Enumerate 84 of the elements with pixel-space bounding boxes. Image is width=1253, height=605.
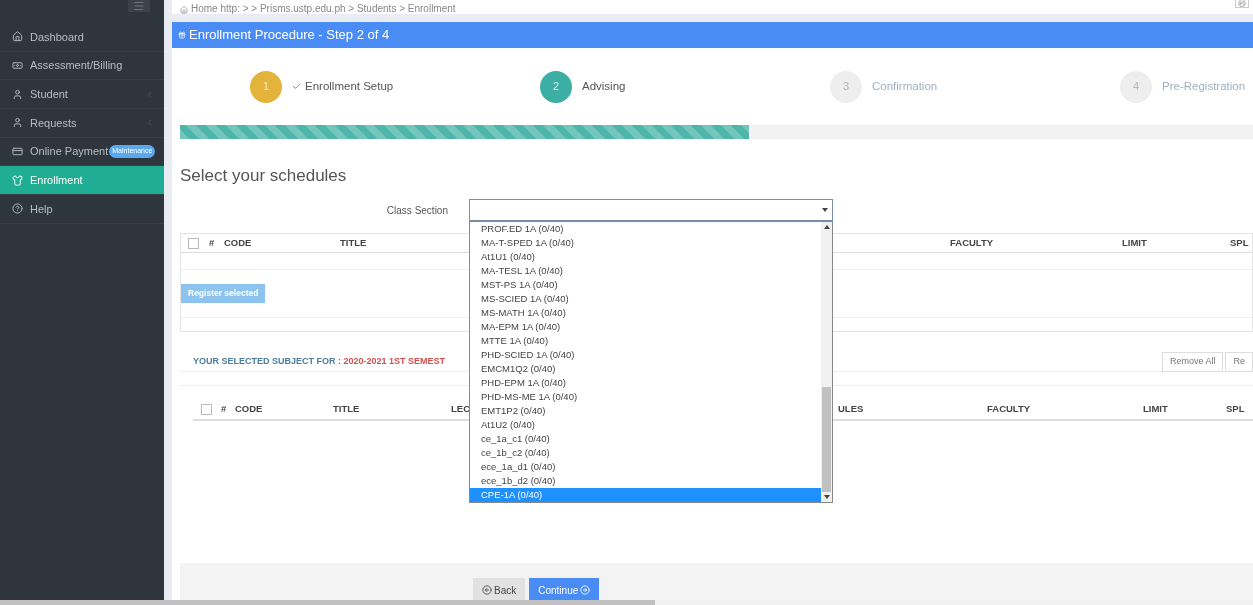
step-number: 1: [250, 70, 282, 103]
checkbox[interactable]: [188, 237, 199, 249]
item-label: Help: [30, 201, 53, 217]
item-label: Online Payment: [30, 144, 109, 160]
column-header: TITLE: [333, 403, 360, 415]
dropdown-option[interactable]: MS-SCIED 1A (0/40): [470, 292, 821, 306]
field-label: Class Section: [386, 203, 448, 218]
step-number: 3: [830, 70, 862, 103]
sidebar-item[interactable]: Dashboard: [0, 23, 164, 52]
item-label: Enrollment: [30, 173, 83, 189]
dropdown-option[interactable]: MS-MATH 1A (0/40): [470, 306, 821, 320]
chevron-left-icon: [145, 89, 154, 99]
panel-title: Enrollment Procedure - Step 2 of 4: [189, 26, 390, 45]
sidebar-item[interactable]: Student: [0, 80, 164, 110]
scroll-down-icon: [823, 495, 830, 499]
shirt-icon: [12, 174, 23, 186]
step-number: 4: [1120, 70, 1152, 103]
column-header: ULES: [838, 403, 864, 415]
column-header: CODE: [224, 236, 252, 248]
dropdown-option[interactable]: ece_1a_d1 (0/40): [470, 460, 821, 474]
remove-button[interactable]: Remove All: [1161, 351, 1224, 372]
item-label: Student: [30, 86, 68, 102]
step-label: Confirmation: [872, 78, 938, 94]
dropdown-option[interactable]: MST-PS 1A (0/40): [470, 278, 821, 292]
dropdown-option[interactable]: At1U1 (0/40): [470, 250, 821, 264]
remove-button[interactable]: Re: [1225, 351, 1253, 372]
dropdown-option[interactable]: MA-TESL 1A (0/40): [470, 264, 821, 278]
column-header: LEC: [451, 403, 470, 415]
dropdown-option[interactable]: PROF.ED 1A (0/40): [470, 222, 821, 236]
house-icon: [12, 31, 23, 43]
section-heading: Select your schedules: [180, 165, 348, 187]
column-header: CODE: [235, 403, 263, 415]
sidebar-item[interactable]: Help: [0, 195, 164, 224]
check-icon: [292, 82, 301, 91]
item-label: Assessment/Billing: [30, 58, 123, 74]
sidebar-item[interactable]: Requests: [0, 109, 164, 138]
caret-icon: [822, 208, 828, 212]
column-header: SPL: [1226, 403, 1245, 415]
column-header: FACULTY: [987, 403, 1031, 415]
dropdown-option[interactable]: MA-EPM 1A (0/40): [470, 320, 821, 334]
house-icon: [180, 6, 188, 14]
print-icon[interactable]: [1235, 0, 1249, 8]
selected-subject-heading: YOUR SELECTED SUBJECT FOR : 2020-2021 1ST SEMEST: [193, 354, 446, 368]
column-header: TITLE: [340, 236, 367, 248]
column-header: LIMIT: [1122, 236, 1147, 248]
checkbox[interactable]: [201, 404, 212, 415]
help-icon: [12, 203, 23, 215]
arrow-right-icon: [580, 585, 591, 595]
banknote-icon: [12, 60, 23, 72]
breadcrumb: Home http: > > Prisms.ustp.edu.ph > Students > Enrollment: [191, 4, 456, 14]
column-header: #: [221, 403, 227, 415]
dropdown-option[interactable]: EMT1P2 (0/40): [470, 404, 821, 418]
dropdown-option[interactable]: ece_1b_d2 (0/40): [470, 474, 821, 488]
card-icon: [12, 146, 23, 158]
class-section-select[interactable]: [469, 199, 833, 221]
person-icon: [12, 88, 23, 100]
column-header: SPL: [1230, 236, 1249, 248]
dropdown-option[interactable]: MTTE 1A (0/40): [470, 334, 821, 348]
back-button[interactable]: Back: [473, 578, 526, 602]
column-header: #: [209, 236, 215, 248]
column-header: LIMIT: [1143, 403, 1168, 415]
chevron-left-icon: [145, 118, 154, 128]
scrollbar[interactable]: [821, 222, 832, 502]
gift-icon: [178, 31, 186, 39]
dropdown-option[interactable]: ce_1a_c1 (0/40): [470, 432, 821, 446]
item-label: Dashboard: [30, 29, 84, 45]
sidebar-item[interactable]: Assessment/Billing: [0, 51, 164, 81]
column-header: FACULTY: [950, 236, 994, 248]
step-label: Advising: [582, 78, 626, 94]
arrow-left-icon: [482, 585, 492, 595]
menu-icon[interactable]: [128, 0, 150, 12]
step-label: Pre-Registration: [1162, 78, 1246, 94]
dropdown-option[interactable]: PHD-SCIED 1A (0/40): [470, 348, 821, 362]
dropdown-option[interactable]: ce_1b_c2 (0/40): [470, 446, 821, 460]
dropdown-option[interactable]: MA-T-SPED 1A (0/40): [470, 236, 821, 250]
scroll-up-icon: [823, 225, 830, 229]
person-icon: [12, 117, 23, 129]
step-number: 2: [540, 70, 572, 103]
dropdown-option[interactable]: At1U2 (0/40): [470, 418, 821, 432]
dropdown-option[interactable]: PHD-MS-ME 1A (0/40): [470, 390, 821, 404]
step-label: Enrollment Setup: [305, 78, 394, 94]
dropdown-option[interactable]: PHD-EPM 1A (0/40): [470, 376, 821, 390]
dropdown-option[interactable]: EMCM1Q2 (0/40): [470, 362, 821, 376]
item-label: Requests: [30, 115, 77, 131]
